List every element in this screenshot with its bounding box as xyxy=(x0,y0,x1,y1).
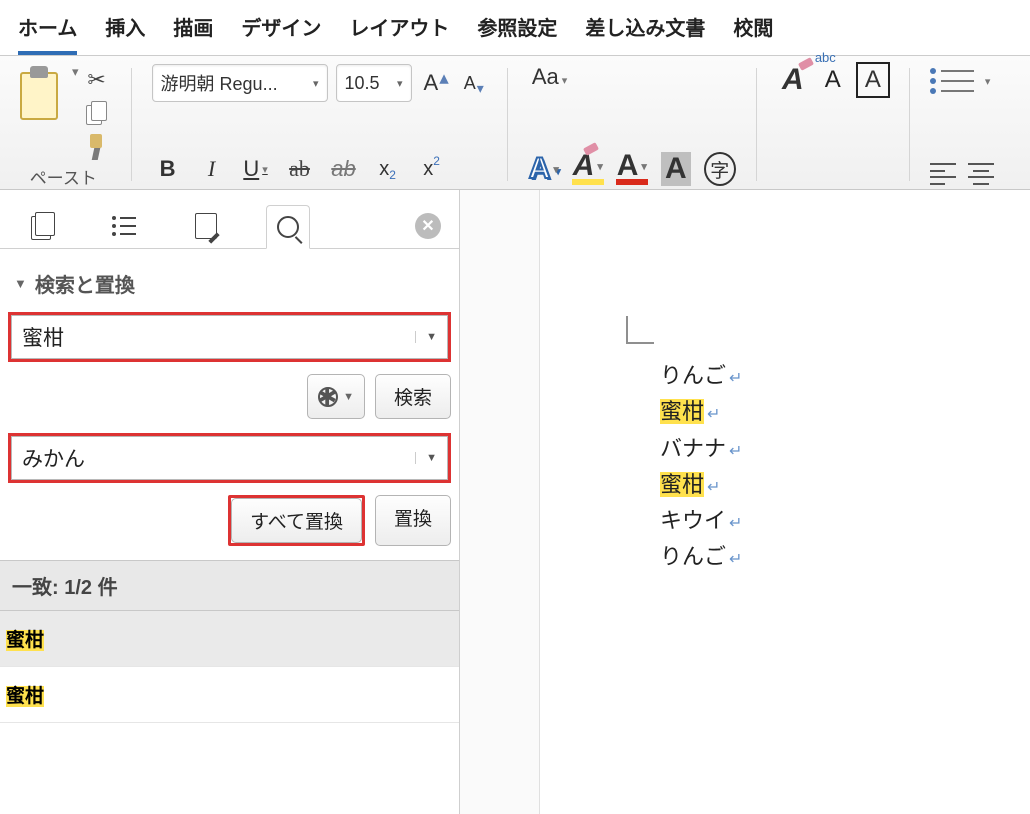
font-color-button[interactable]: A▾ xyxy=(616,153,648,185)
grow-font-button[interactable]: A▴ xyxy=(420,70,452,96)
copy-button[interactable] xyxy=(83,100,111,128)
gear-icon xyxy=(318,387,338,407)
character-border-button[interactable]: A xyxy=(857,64,889,96)
ribbon-tab-5[interactable]: 参照設定 xyxy=(477,12,557,55)
superscript-button[interactable]: x xyxy=(416,153,448,185)
subscript-button[interactable]: x xyxy=(372,153,404,185)
replace-field-highlight: みかん ▼ xyxy=(8,433,451,483)
matches-header: 一致: 1/2 件 xyxy=(0,560,459,611)
italic-button[interactable]: I xyxy=(196,153,228,185)
ribbon-tab-3[interactable]: デザイン xyxy=(241,12,321,55)
return-mark: ↵ xyxy=(729,551,742,568)
ribbon-tab-1[interactable]: 挿入 xyxy=(105,12,145,55)
cut-button[interactable] xyxy=(83,66,111,94)
pages-tab[interactable] xyxy=(20,204,64,248)
search-icon xyxy=(277,216,299,238)
underline-button[interactable]: U▾ xyxy=(240,153,272,185)
workspace: ✕ 検索と置換 蜜柑 ▼ ▼ 検索 みかん ▼ xyxy=(0,190,1030,814)
ribbon-tab-6[interactable]: 差し込み文書 xyxy=(585,12,705,55)
bullets-button[interactable] xyxy=(930,64,974,98)
doc-line[interactable]: りんご↵ xyxy=(660,539,1030,575)
search-history-dropdown[interactable]: ▼ xyxy=(415,331,437,343)
replace-history-dropdown[interactable]: ▼ xyxy=(415,452,437,464)
paste-dropdown[interactable]: ▾ xyxy=(72,64,79,80)
font-name-select[interactable]: 游明朝 Regu...▾ xyxy=(152,64,328,102)
highlight-color-button[interactable]: A▾ xyxy=(572,153,604,185)
double-strike-button[interactable]: ab xyxy=(328,153,360,185)
font-size-select[interactable]: 10.5▾ xyxy=(336,64,412,102)
doc-line[interactable]: バナナ↵ xyxy=(660,431,1030,467)
outline-tab[interactable] xyxy=(102,204,146,248)
sidebar-panel: ✕ 検索と置換 蜜柑 ▼ ▼ 検索 みかん ▼ xyxy=(0,190,460,814)
ribbon-tab-0[interactable]: ホーム xyxy=(18,12,77,55)
edit-icon xyxy=(195,213,217,239)
doc-line[interactable]: 蜜柑↵ xyxy=(660,394,1030,430)
format-painter-button[interactable] xyxy=(83,134,111,162)
match-row[interactable]: 蜜柑 xyxy=(0,611,459,667)
return-mark: ↵ xyxy=(729,370,742,387)
align-center-button[interactable] xyxy=(968,163,994,185)
ribbon-tab-7[interactable]: 校閲 xyxy=(733,12,773,55)
ribbon-tabs: ホーム挿入描画デザインレイアウト参照設定差し込み文書校閲 xyxy=(0,0,1030,56)
replace-button[interactable]: 置換 xyxy=(375,495,451,546)
replace-all-button[interactable]: すべて置換 xyxy=(231,498,362,543)
shrink-font-button[interactable]: A▾ xyxy=(460,73,487,94)
review-tab[interactable] xyxy=(184,204,228,248)
search-button[interactable]: 検索 xyxy=(375,374,451,419)
vertical-ruler xyxy=(460,190,540,814)
shading-button[interactable]: A xyxy=(660,153,692,185)
paste-button[interactable] xyxy=(16,64,64,124)
ribbon-tab-4[interactable]: レイアウト xyxy=(349,12,449,55)
return-mark: ↵ xyxy=(707,479,720,496)
doc-line[interactable]: キウイ↵ xyxy=(660,503,1030,539)
return-mark: ↵ xyxy=(707,406,720,423)
strikethrough-button[interactable]: ab xyxy=(284,153,316,185)
document-area[interactable]: りんご↵蜜柑↵バナナ↵蜜柑↵キウイ↵りんご↵ xyxy=(540,190,1030,814)
replace-input[interactable]: みかん ▼ xyxy=(11,436,448,480)
panel-title[interactable]: 検索と置換 xyxy=(8,263,451,312)
search-input[interactable]: 蜜柑 ▼ xyxy=(11,315,448,359)
clear-formatting-button[interactable]: A xyxy=(777,64,809,96)
clipboard-icon xyxy=(16,64,64,124)
doc-line[interactable]: りんご↵ xyxy=(660,358,1030,394)
page-corner-mark xyxy=(626,316,654,344)
doc-line[interactable]: 蜜柑↵ xyxy=(660,467,1030,503)
list-icon xyxy=(112,216,136,236)
close-panel-button[interactable]: ✕ xyxy=(415,213,441,239)
search-options-button[interactable]: ▼ xyxy=(307,374,365,419)
return-mark: ↵ xyxy=(729,515,742,532)
phonetic-guide-button[interactable]: A xyxy=(817,64,849,96)
align-left-button[interactable] xyxy=(930,163,956,185)
replace-all-highlight: すべて置換 xyxy=(228,495,365,546)
match-row[interactable]: 蜜柑 xyxy=(0,667,459,723)
toolbar: ▾ ペースト 游明朝 Regu...▾ 10.5▾ A▴ A▾ B I U▾ a… xyxy=(0,56,1030,190)
ribbon-tab-2[interactable]: 描画 xyxy=(173,12,213,55)
search-field-highlight: 蜜柑 ▼ xyxy=(8,312,451,362)
change-case-button[interactable]: Aa▾ xyxy=(528,64,571,90)
panel-tabs: ✕ xyxy=(0,190,459,249)
bold-button[interactable]: B xyxy=(152,153,184,185)
return-mark: ↵ xyxy=(729,443,742,460)
text-effects-button[interactable]: A▾ xyxy=(528,153,560,185)
paste-label: ペースト xyxy=(30,164,97,189)
pages-icon xyxy=(31,213,53,239)
search-tab[interactable] xyxy=(266,205,310,249)
enclose-char-button[interactable]: 字 xyxy=(704,153,736,185)
matches-list: 蜜柑蜜柑 xyxy=(0,611,459,723)
